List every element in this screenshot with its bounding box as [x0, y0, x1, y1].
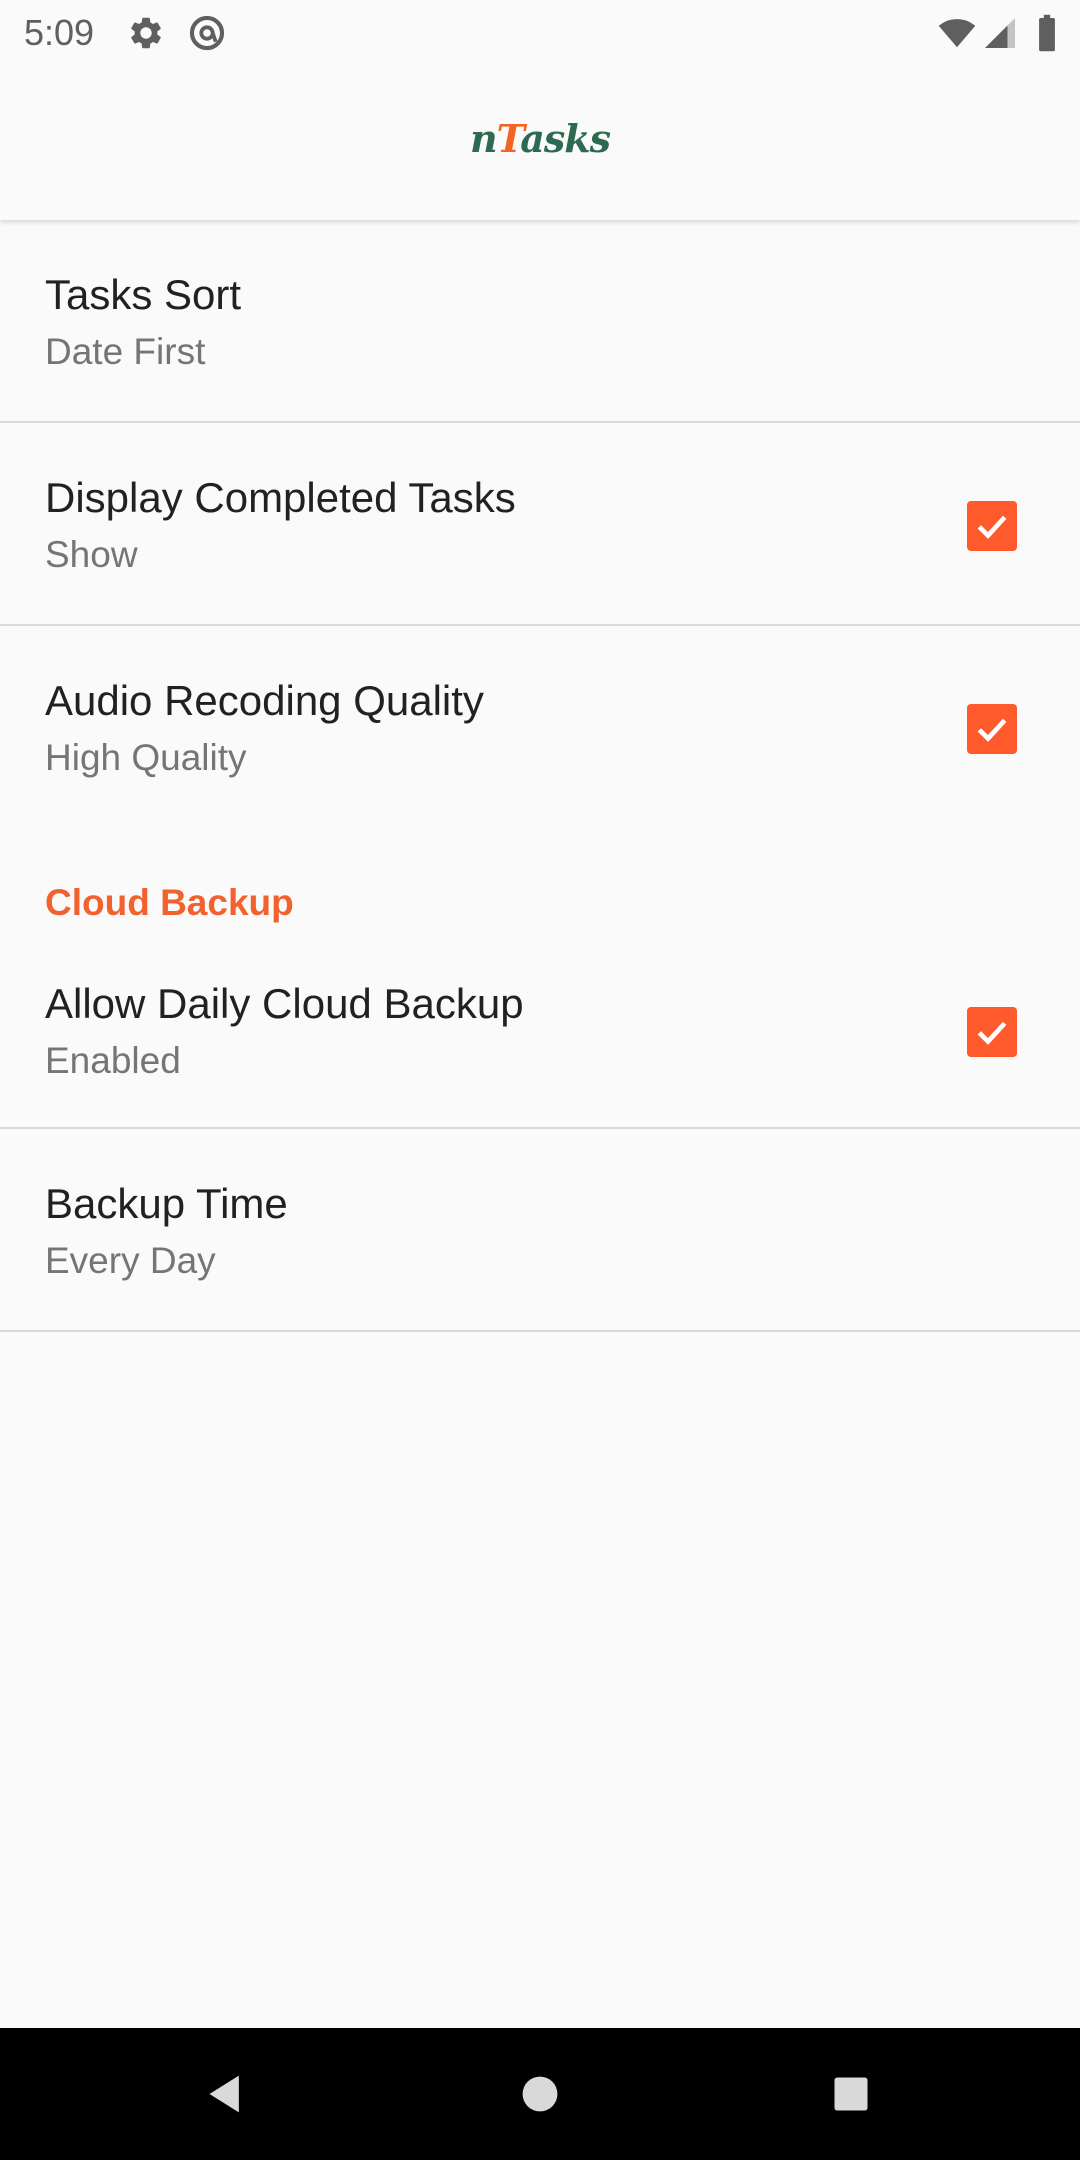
pref-backup-time[interactable]: Backup Time Every Day — [0, 1129, 1080, 1332]
checkmark-icon — [977, 718, 1007, 742]
app-bar: nTasks — [0, 66, 1080, 220]
checkmark-icon — [977, 515, 1007, 539]
pref-title: Audio Recoding Quality — [45, 677, 484, 724]
status-time: 5:09 — [24, 12, 95, 53]
pref-title: Allow Daily Cloud Backup — [45, 980, 524, 1027]
pref-audio-quality[interactable]: Audio Recoding Quality High Quality Clou… — [0, 626, 1080, 929]
pref-title: Backup Time — [45, 1180, 288, 1227]
back-button[interactable] — [160, 2028, 292, 2160]
navigation-bar — [0, 2028, 1080, 2160]
app-logo: nTasks — [469, 116, 611, 161]
pref-tasks-sort[interactable]: Tasks Sort Date First — [0, 220, 1080, 423]
back-icon — [209, 2075, 239, 2113]
pref-summary: Show — [45, 534, 138, 575]
pref-title: Tasks Sort — [45, 271, 242, 318]
display-completed-checkbox[interactable] — [967, 501, 1017, 551]
audio-quality-checkbox[interactable] — [967, 704, 1017, 754]
category-cloud-backup: Cloud Backup — [45, 882, 294, 923]
preferences-list: Tasks Sort Date First Display Completed … — [0, 220, 1080, 1332]
daily-backup-checkbox[interactable] — [967, 1007, 1017, 1057]
status-bar: 5:09 — [0, 0, 1080, 66]
pref-display-completed[interactable]: Display Completed Tasks Show — [0, 423, 1080, 626]
pref-summary: Date First — [45, 331, 206, 372]
pref-daily-backup[interactable]: Allow Daily Cloud Backup Enabled — [0, 929, 1080, 1129]
cell-signal-icon — [982, 14, 1018, 52]
pref-summary: Every Day — [45, 1240, 216, 1281]
wifi-icon — [935, 14, 979, 52]
battery-icon — [1036, 14, 1058, 52]
gear-icon — [127, 14, 165, 52]
at-sign-icon — [188, 14, 226, 52]
pref-summary: High Quality — [45, 737, 247, 778]
recents-button[interactable] — [785, 2028, 917, 2160]
home-button[interactable] — [474, 2028, 606, 2160]
pref-title: Display Completed Tasks — [45, 474, 516, 521]
pref-summary: Enabled — [45, 1040, 181, 1081]
home-icon — [522, 2076, 558, 2112]
recents-icon — [834, 2077, 868, 2111]
settings-screen: 5:09 nTasks Tasks Sort Date First Displa… — [0, 0, 1080, 2160]
checkmark-icon — [977, 1021, 1007, 1045]
